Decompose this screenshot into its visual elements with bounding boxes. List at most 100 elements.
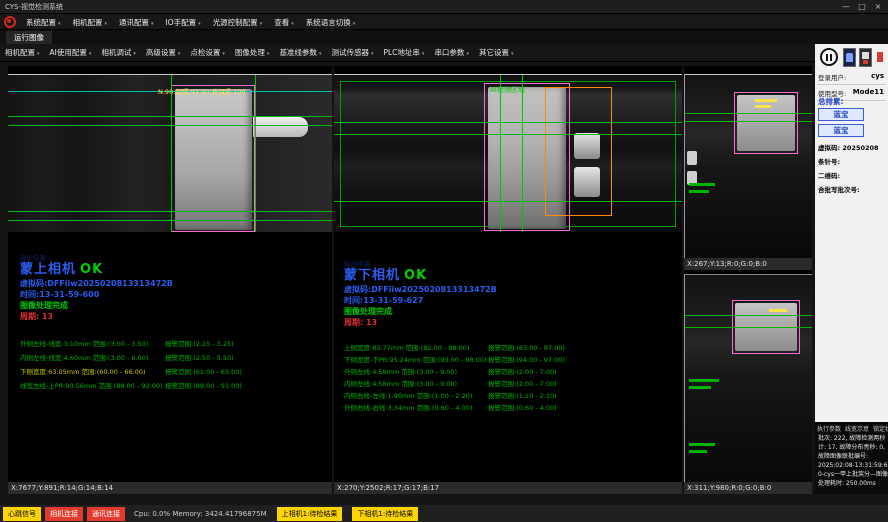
menu-item-light-config[interactable]: 光源控制配置▾: [207, 17, 269, 28]
view-tab-row: 运行图像: [0, 30, 888, 44]
chevron-down-icon: ▾: [466, 51, 469, 57]
camera-view-lower: AI检测区域 输出结果: 蒙下相机OK 虚拟码:DFFiiw2025020813…: [334, 66, 682, 494]
measurement-text: 外侧左线-线宽:3.10mm 范围:(3.00 - 3.50): [20, 338, 148, 348]
toolbar-item-camera-debug[interactable]: 相机调试▾: [96, 47, 141, 58]
toolbar-item-plc-address[interactable]: PLC地址串▾: [378, 47, 429, 58]
overlay-text-mark: [689, 450, 707, 453]
tab-lock-state[interactable]: 锁定状态: [873, 424, 888, 433]
toolbar-item-label: 串口参数: [434, 48, 464, 57]
camera-name: 蒙上相机: [20, 262, 76, 277]
window-title: CYS-视觉检测系统: [5, 2, 63, 12]
camera-result-title: 蒙下相机OK: [344, 264, 427, 283]
toolbar-item-baseline-params[interactable]: 基准线参数▾: [274, 47, 326, 58]
menu-item-system-config[interactable]: 系统配置▾: [20, 17, 67, 28]
window-controls: — □ ×: [838, 0, 886, 14]
stats-line: 2025:02:08-13:31:59:65: [815, 461, 888, 470]
blue-button-1[interactable]: 蓝宝: [818, 108, 864, 121]
pause-button[interactable]: [820, 48, 838, 66]
measure-lines-overlay: [8, 75, 332, 232]
overlay-text-mark: [689, 183, 715, 186]
toolbar-item-sensor-test[interactable]: 测试传感器▾: [326, 47, 378, 58]
tab-run-image[interactable]: 运行图像: [6, 31, 52, 44]
close-button[interactable]: ×: [870, 0, 886, 14]
camera-link-indicator: 相机连接: [45, 507, 83, 521]
tab-line-width[interactable]: 线宽示意: [845, 424, 869, 433]
login-user-row: 登录用户: cys: [815, 72, 888, 83]
maximize-button[interactable]: □: [854, 0, 870, 14]
blue-button-2[interactable]: 蓝宝: [818, 124, 864, 137]
model-value: Mode11: [853, 88, 884, 96]
menu-item-view[interactable]: 查看▾: [268, 17, 300, 28]
menu-item-language[interactable]: 系统语言切换▾: [300, 17, 362, 28]
total-label: 总排累:: [818, 96, 844, 107]
chevron-down-icon: ▾: [198, 21, 201, 27]
alarm-range-text: 报警范围:(2.25 - 3.25): [165, 338, 234, 348]
measurement-text: 内侧右线-左线:1.90mm 范围:(1.00 - 2.20): [344, 390, 472, 400]
chevron-down-icon: ▾: [353, 21, 356, 27]
menu-item-io-config[interactable]: IO手配置▾: [160, 17, 207, 28]
stats-tabs: 执行参数 线宽示意 锁定状态: [815, 422, 888, 434]
alarm-range-text: 报警范围:(2.00 - 7.00): [488, 378, 557, 388]
toolbar-item-camera-config[interactable]: 相机配置▾: [0, 47, 45, 58]
toolbar-item-advanced[interactable]: 高级设置▾: [141, 47, 186, 58]
stats-panel: 执行参数 线宽示意 锁定状态 批次: 222, 故障检测两秒 计: 17, 故障…: [815, 422, 888, 494]
camera-image-lower[interactable]: AI检测区域: [334, 74, 682, 232]
measurement-row: 外侧左线-线宽:3.10mm 范围:(3.00 - 3.50) 报警范围:(2.…: [8, 338, 332, 348]
chevron-down-icon: ▾: [105, 21, 108, 27]
alarm-range-text: 报警范围:(2.50 - 5.50): [165, 352, 234, 362]
toolbar-item-image-process[interactable]: 图像处理▾: [230, 47, 275, 58]
virtual-code-row: 虚拟码: 20250208: [818, 142, 879, 152]
cpu-memory-readout: Cpu: 0.0% Memory: 3424.41796875M: [134, 510, 267, 518]
process-status: 图像处理完成: [344, 306, 392, 317]
alarm-range-text: 报警范围:(83.00 - 87.00): [488, 342, 565, 352]
toolbar-item-label: 测试传感器: [331, 48, 369, 57]
pixel-readout-bar: X:270;Y:2502;R:17;G:17;B:17: [334, 482, 682, 494]
camera-tool-button[interactable]: [859, 48, 872, 67]
measure-lines-overlay: [685, 75, 812, 258]
menu-item-label: 通讯配置: [119, 18, 149, 27]
cycle-line: 周期: 13: [20, 311, 53, 322]
user-tool-button[interactable]: [843, 48, 856, 67]
camera-view-upper: N.90:间隔:93.90:总间隔:100 输出结果: 蒙上相机OK 虚拟码:D…: [8, 66, 332, 494]
heartbeat-indicator: 心跳信号: [3, 507, 41, 521]
measurement-row: 外侧左线:4.58mm 范围:(3.00 - 9.00) 报警范围:(2.00 …: [334, 366, 682, 376]
measurement-text: 外侧右线-右线:3.34mm 范围:(0.60 - 4.00): [344, 402, 472, 412]
status-bar: 心跳信号 相机连接 通讯连接 Cpu: 0.0% Memory: 3424.41…: [0, 505, 888, 522]
overlay-text-mark: [755, 99, 777, 102]
preview-image-2[interactable]: [684, 274, 812, 482]
chevron-down-icon: ▾: [89, 51, 92, 57]
minimize-button[interactable]: —: [838, 0, 854, 14]
measure-lines-overlay: [334, 75, 682, 232]
lower-camera-status: 下相机1:待检结果: [352, 507, 418, 521]
overlay-text-mark: [755, 105, 771, 108]
measurement-row: 内侧右线-左线:1.90mm 范围:(1.00 - 2.20) 报警范围:(1.…: [334, 390, 682, 400]
toolbar-item-ai-config[interactable]: AI使用配置▾: [45, 47, 97, 58]
toolbar-item-label: AI使用配置: [50, 48, 87, 57]
chevron-down-icon: ▾: [422, 51, 425, 57]
alarm-range-text: 报警范围:(89.00 - 91.00): [165, 380, 242, 390]
toolbar-item-serial-params[interactable]: 串口参数▾: [429, 47, 474, 58]
pixel-readout-bar: X:7677;Y:891;R:14;G:14;B:14: [8, 482, 332, 494]
measurement-row: 内侧左线:4.58mm 范围:(3.00 - 9.00) 报警范围:(2.00 …: [334, 378, 682, 388]
measurement-row: 内侧左线-线宽:4.60mm 范围:(3.00 - 6.00) 报警范围:(2.…: [8, 352, 332, 362]
measurement-row: 下侧宽度:63.05mm 范围:(60.00 - 66.00) 报警范围:(61…: [8, 366, 332, 376]
chevron-down-icon: ▾: [151, 21, 154, 27]
stats-line: 处理耗时: 250.00ms: [815, 479, 888, 488]
alarm-range-text: 报警范围:(0.60 - 4.00): [488, 402, 557, 412]
chevron-down-icon: ▾: [291, 21, 294, 27]
tab-exec-params[interactable]: 执行参数: [817, 424, 841, 433]
toolbar-item-spot-check[interactable]: 点检设置▾: [185, 47, 230, 58]
preview-image-1[interactable]: [684, 74, 812, 258]
chevron-down-icon: ▾: [267, 51, 270, 57]
right-panel: 登录用户: cys 使用型号: Mode11 总排累: 蓝宝 蓝宝 虚拟码: 2…: [815, 44, 888, 494]
camera-image-upper[interactable]: N.90:间隔:93.90:总间隔:100: [8, 74, 332, 232]
alarm-range-text: 报警范围:(94.00 - 97.00): [488, 354, 565, 364]
toolbar-item-label: 点检设置: [190, 48, 220, 57]
menu-item-label: 系统配置: [26, 18, 56, 27]
toolbar-item-label: 相机配置: [5, 48, 35, 57]
menu-item-comm-config[interactable]: 通讯配置▾: [113, 17, 160, 28]
bright-spot: [687, 151, 697, 165]
toolbar-item-other-settings[interactable]: 其它设置▾: [474, 47, 519, 58]
chevron-down-icon: ▾: [319, 51, 322, 57]
menu-item-camera-config[interactable]: 相机配置▾: [67, 17, 114, 28]
